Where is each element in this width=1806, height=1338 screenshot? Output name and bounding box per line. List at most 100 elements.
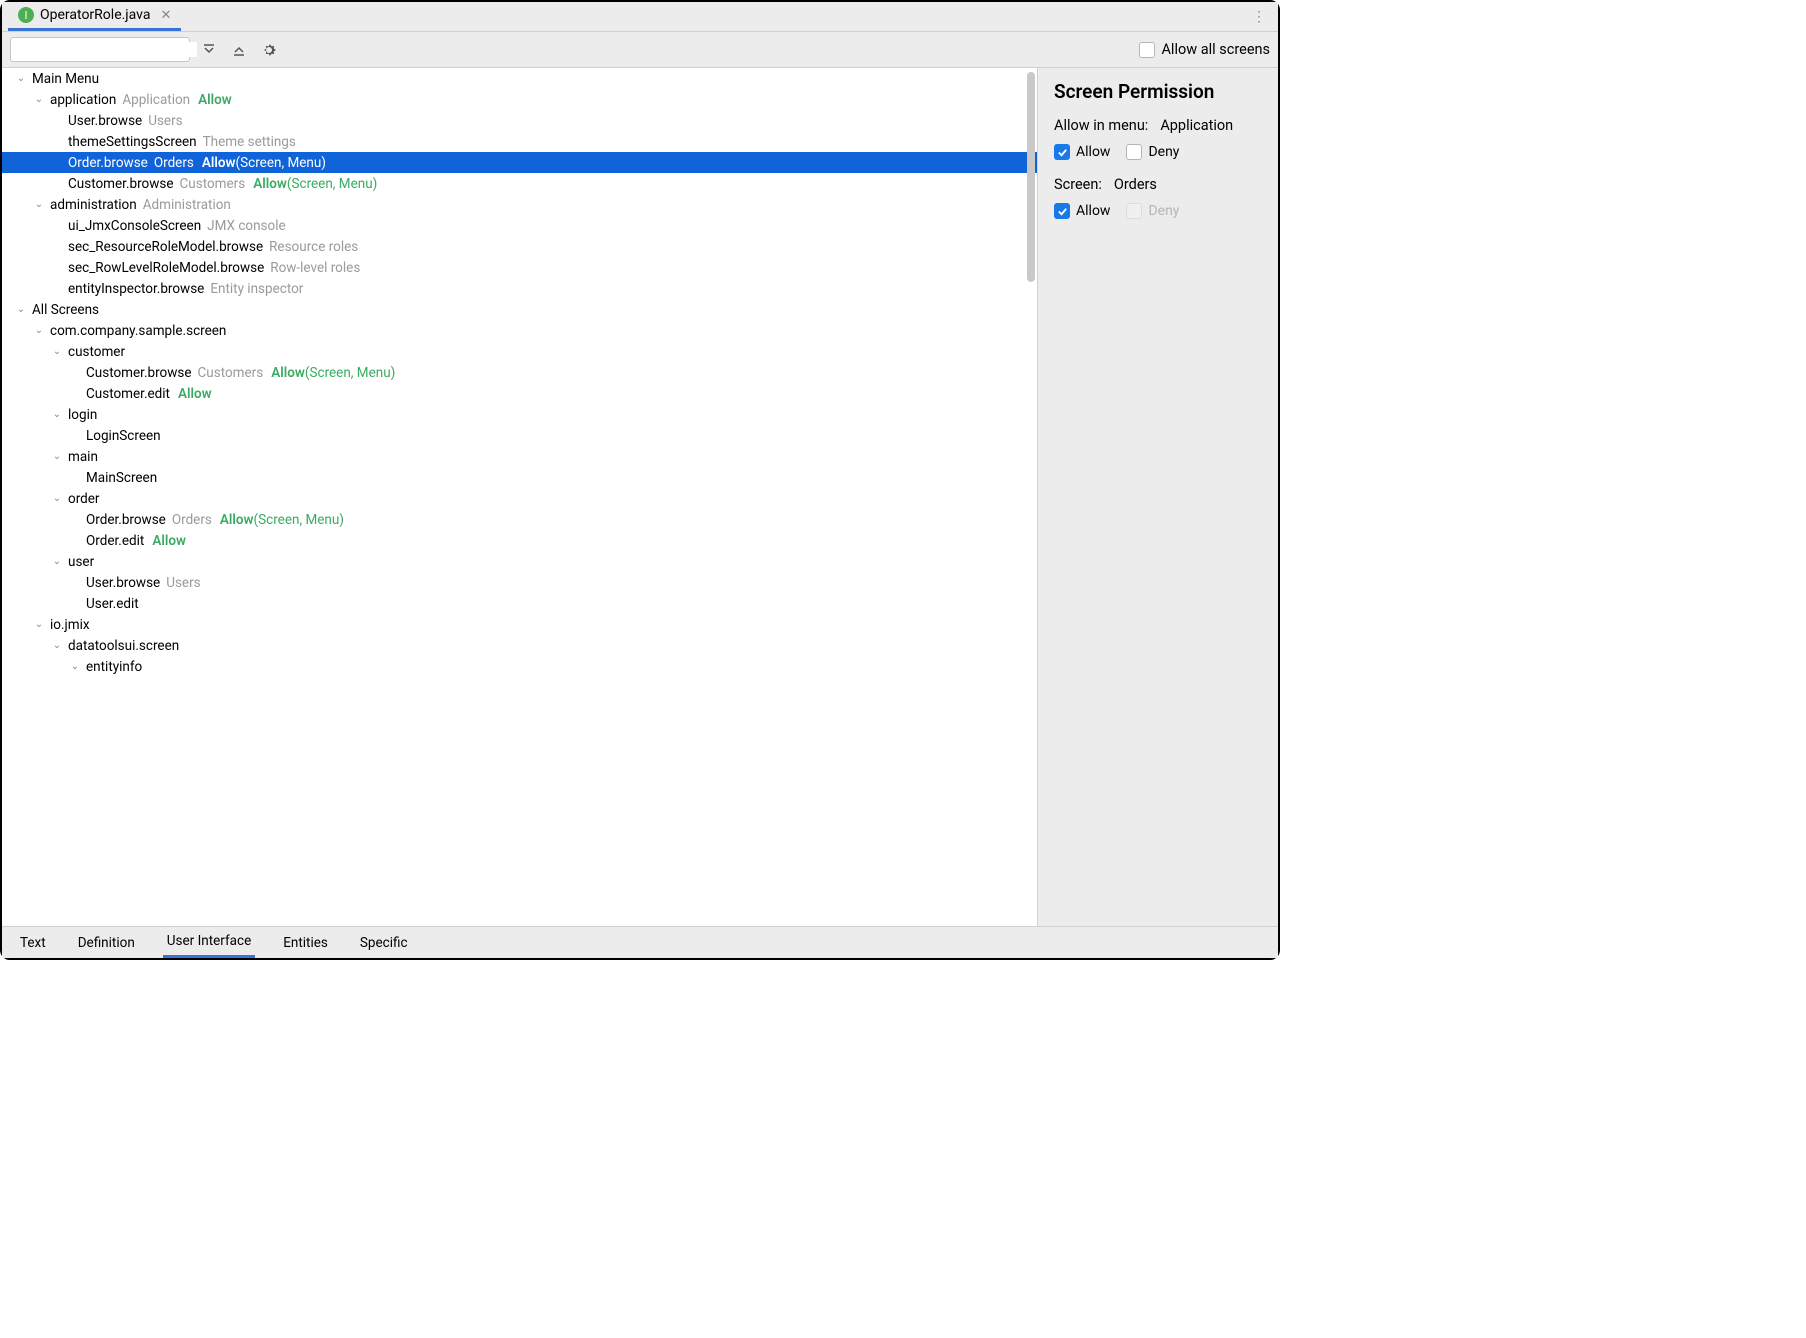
collapse-all-icon[interactable] [228,39,250,61]
tree-row[interactable]: ⌄Main Menu [2,68,1037,89]
allow-all-label: Allow all screens [1161,41,1270,58]
tree-row[interactable]: ⌄ io.jmix [2,614,1037,635]
tree-node-hint: Users [148,113,182,129]
toolbar: Allow all screens [2,32,1278,68]
tree-row[interactable]: sec_RowLevelRoleModel.browseRow-level ro… [2,257,1037,278]
tree-row[interactable]: ⌄entityinfo [2,656,1037,677]
tree-node-hint: Entity inspector [210,281,303,297]
tree-node-label: entityInspector.browse [68,281,204,297]
bottom-tab-user-interface[interactable]: User Interface [163,927,255,958]
tree-row[interactable]: LoginScreen [2,425,1037,446]
tree-node-label: datatoolsui.screen [68,638,179,654]
tree-row[interactable]: ⌄ order [2,488,1037,509]
tree-node-label: Order.browse [86,512,166,528]
tree-node-label: io.jmix [50,617,90,633]
permission-detail: (Screen, Menu) [287,176,377,192]
tree-row[interactable]: Order.editAllow [2,530,1037,551]
chevron-down-icon[interactable]: ⌄ [68,661,82,672]
file-tab[interactable]: I OperatorRole.java ✕ [8,2,181,31]
tree-row[interactable]: User.browse Users [2,110,1037,131]
tree-row[interactable]: entityInspector.browse Entity inspector [2,278,1037,299]
tree-row[interactable]: Customer.browseCustomersAllow (Screen, M… [2,362,1037,383]
tree-node-label: order [68,491,100,507]
tree-node-label: User.edit [86,596,139,612]
tree-row[interactable]: ⌄ datatoolsui.screen [2,635,1037,656]
permission-badge: Allow [253,176,287,192]
gear-icon[interactable] [258,39,280,61]
chevron-down-icon[interactable]: ⌄ [32,94,46,105]
permission-tree[interactable]: ⌄Main Menu⌄applicationApplicationAllow Us… [2,68,1038,926]
close-icon[interactable]: ✕ [160,8,171,23]
tree-row[interactable]: ⌄com.company.sample.screen [2,320,1037,341]
screen-allow-label: Allow [1076,203,1110,219]
permission-badge: Allow [220,512,254,528]
tree-row[interactable]: MainScreen [2,467,1037,488]
chevron-down-icon[interactable]: ⌄ [32,325,46,336]
tree-node-hint: Customers [180,176,246,192]
bottom-tab-specific[interactable]: Specific [356,927,412,958]
screen-label: Screen: [1054,176,1102,193]
permission-detail: (Screen, Menu) [305,365,395,381]
expand-all-icon[interactable] [198,39,220,61]
bottom-tab-text[interactable]: Text [16,927,50,958]
tab-bar-more-icon[interactable]: ⋮ [1246,9,1272,25]
tree-row[interactable]: ⌄administrationAdministration [2,194,1037,215]
tree-node-hint: Orders [172,512,212,528]
tree-row[interactable]: ui_JmxConsoleScreen JMX console [2,215,1037,236]
tree-row[interactable]: ⌄ main [2,446,1037,467]
tree-row[interactable]: User.browseUsers [2,572,1037,593]
tree-row[interactable]: Order.browseOrdersAllow (Screen, Menu) [2,509,1037,530]
chevron-down-icon[interactable]: ⌄ [50,451,64,462]
scrollbar-thumb[interactable] [1027,72,1035,282]
tree-node-label: ui_JmxConsoleScreen [68,218,201,234]
tree-node-hint: Theme settings [203,134,296,150]
tree-row[interactable]: ⌄user [2,551,1037,572]
chevron-down-icon[interactable]: ⌄ [50,493,64,504]
chevron-down-icon[interactable]: ⌄ [50,640,64,651]
tree-node-label: themeSettingsScreen [68,134,197,150]
menu-deny-checkbox[interactable] [1126,144,1142,160]
screen-allow-checkbox[interactable] [1054,203,1070,219]
chevron-down-icon[interactable]: ⌄ [50,346,64,357]
menu-allow-checkbox[interactable] [1054,144,1070,160]
chevron-down-icon[interactable]: ⌄ [14,73,28,84]
permission-badge: Allow [202,155,236,171]
permission-badge: Allow [178,386,212,402]
tree-row[interactable]: User.edit [2,593,1037,614]
tree-node-label: Customer.browse [86,365,192,381]
tree-row[interactable]: themeSettingsScreen Theme settings [2,131,1037,152]
bottom-tab-entities[interactable]: Entities [279,927,332,958]
bottom-tab-definition[interactable]: Definition [74,927,139,958]
tree-node-label: Customer.browse [68,176,174,192]
tree-row[interactable]: ⌄login [2,404,1037,425]
chevron-down-icon[interactable]: ⌄ [50,409,64,420]
chevron-down-icon[interactable]: ⌄ [50,556,64,567]
tree-row[interactable]: sec_ResourceRoleModel.browseResource rol… [2,236,1037,257]
tree-row[interactable]: Customer.editAllow [2,383,1037,404]
tree-row[interactable]: ⌄applicationApplicationAllow [2,89,1037,110]
tree-node-label: User.browse [68,113,142,129]
screen-permission-panel: Screen Permission Allow in menu: Applica… [1038,68,1278,926]
chevron-down-icon[interactable]: ⌄ [32,619,46,630]
allow-in-menu-label: Allow in menu: [1054,117,1148,134]
side-panel-title: Screen Permission [1054,80,1262,103]
allow-in-menu-value: Application [1160,117,1233,134]
screen-deny-label: Deny [1148,203,1179,219]
bottom-tab-bar: Text Definition User Interface Entities Spec… [2,926,1278,958]
search-field[interactable] [10,37,190,62]
chevron-down-icon[interactable]: ⌄ [32,199,46,210]
tree-row[interactable]: Customer.browse Customers Allow (Screen, M… [2,173,1037,194]
search-input[interactable] [21,42,197,57]
tree-row[interactable]: Order.browseOrdersAllow (Screen, Menu) [2,152,1037,173]
tree-node-label: LoginScreen [86,428,161,444]
chevron-down-icon[interactable]: ⌄ [14,304,28,315]
tree-row[interactable]: ⌄All Screens [2,299,1037,320]
allow-all-checkbox[interactable] [1139,42,1155,58]
tree-node-hint: JMX console [207,218,286,234]
permission-badge: Allow [152,533,186,549]
tree-node-label: main [68,449,98,465]
permission-badge: Allow [198,92,232,108]
menu-allow-label: Allow [1076,144,1110,160]
tree-node-hint: Administration [143,197,231,213]
tree-row[interactable]: ⌄customer [2,341,1037,362]
